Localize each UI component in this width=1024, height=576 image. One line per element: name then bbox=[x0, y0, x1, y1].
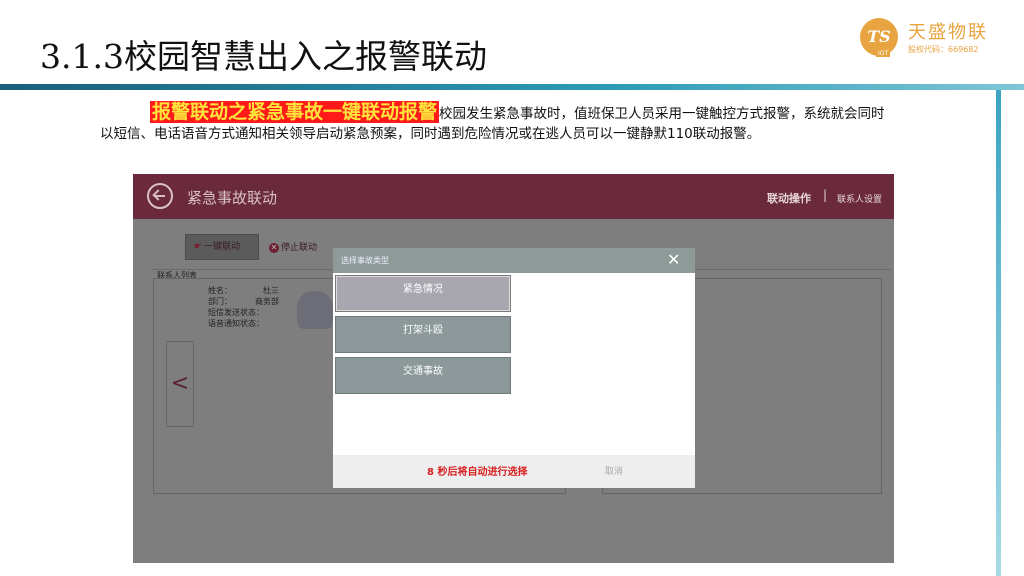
modal-title: 选择事故类型 bbox=[341, 256, 389, 265]
event-type-modal: 选择事故类型 ✕ 紧急情况 打架斗殴 交通事故 8 秒后将自动进行选择 取消 bbox=[333, 248, 695, 488]
modal-header: 选择事故类型 ✕ bbox=[333, 248, 695, 273]
hand-pointer-icon: ☛ bbox=[194, 242, 203, 252]
countdown-text: 8 秒后将自动进行选择 bbox=[427, 467, 528, 478]
logo-name: 天盛物联 bbox=[908, 22, 988, 43]
contact-settings-tab[interactable]: 联系人设置 bbox=[837, 192, 882, 205]
stop-link-button[interactable]: ✕ 停止联动 bbox=[269, 240, 317, 253]
avatar bbox=[297, 291, 333, 329]
voice-status-label: 语音通知状态： bbox=[208, 319, 264, 328]
description: 报警联动之紧急事故一键联动报警 校园发生紧急事故时，值班保卫人员采用一键触控方式报… bbox=[100, 100, 890, 144]
stop-link-label: 停止联动 bbox=[281, 243, 318, 253]
link-action-tab[interactable]: 联动操作 bbox=[767, 190, 811, 206]
option-emergency[interactable]: 紧急情况 bbox=[335, 275, 511, 312]
title-underline bbox=[0, 84, 1024, 90]
close-icon[interactable]: ✕ bbox=[667, 250, 680, 269]
option-fight[interactable]: 打架斗殴 bbox=[335, 316, 511, 353]
cancel-button[interactable]: 取消 bbox=[605, 464, 623, 477]
contact-name-value: 杜三 bbox=[263, 286, 279, 295]
close-circle-icon: ✕ bbox=[269, 243, 279, 253]
contact-name-label: 姓名： bbox=[208, 286, 232, 295]
option-traffic[interactable]: 交通事故 bbox=[335, 357, 511, 394]
contact-dept-label: 部门： bbox=[208, 297, 232, 306]
logo-code: 股权代码：669682 bbox=[908, 45, 979, 54]
one-key-link-label: 一键联动 bbox=[204, 242, 241, 252]
modal-footer: 8 秒后将自动进行选择 取消 bbox=[333, 455, 695, 488]
slide-title: 3.1.3校园智慧出入之报警联动 bbox=[40, 37, 487, 76]
one-key-link-button[interactable]: ☛ 一键联动 bbox=[185, 234, 259, 260]
right-accent-bar bbox=[996, 90, 1001, 576]
app-title: 紧急事故联动 bbox=[187, 189, 278, 207]
company-logo: TS IOT 天盛物联 股权代码：669682 bbox=[858, 16, 998, 60]
chevron-left-icon[interactable]: < bbox=[166, 341, 194, 427]
logo-mark-sub: IOT bbox=[876, 50, 891, 57]
back-arrow-icon[interactable] bbox=[147, 183, 173, 209]
contact-dept-value: 商务部 bbox=[255, 297, 279, 306]
app-header: 紧急事故联动 联动操作 | 联系人设置 bbox=[133, 174, 894, 219]
description-highlight: 报警联动之紧急事故一键联动报警 bbox=[150, 101, 440, 123]
sms-status-label: 短信发送状态： bbox=[208, 308, 264, 317]
header-separator: | bbox=[823, 188, 828, 202]
